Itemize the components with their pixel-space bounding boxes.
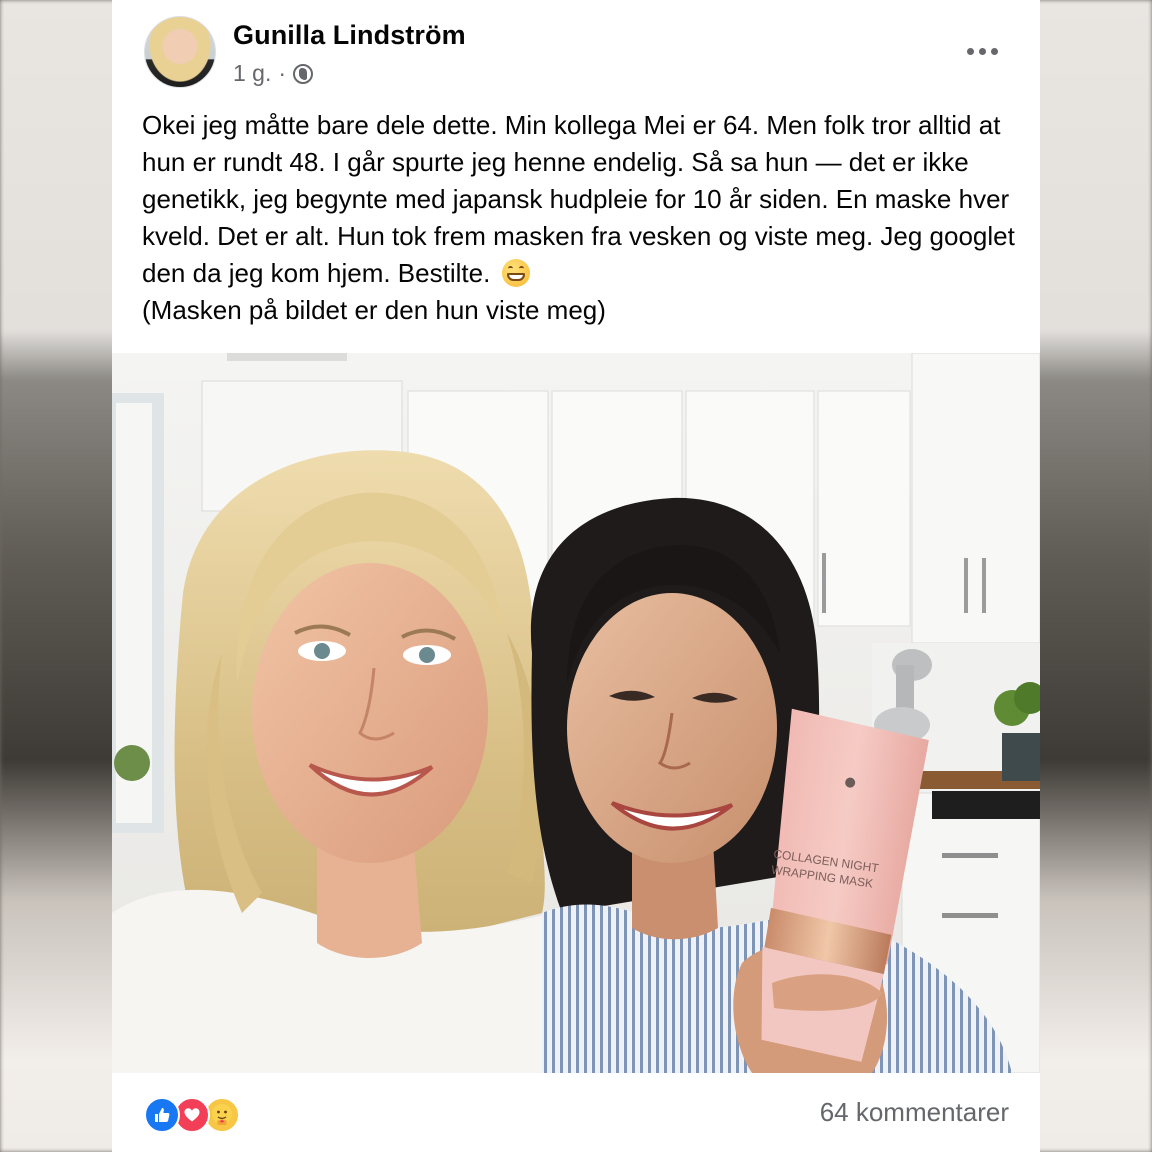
post-body-text: Okei jeg måtte bare dele dette. Min koll… (142, 110, 1023, 288)
like-icon (144, 1097, 180, 1133)
post-photo[interactable]: COLLAGEN NIGHT WRAPPING MASK (112, 353, 1040, 1073)
photo-illustration: COLLAGEN NIGHT WRAPPING MASK (112, 353, 1040, 1073)
comments-count[interactable]: 64 kommentarer (820, 1097, 1009, 1128)
more-dot (990, 47, 998, 55)
more-dot (978, 47, 986, 55)
post-time[interactable]: 1 g. (233, 60, 271, 87)
grinning-face-emoji (501, 259, 530, 287)
facebook-post: Gunilla Lindström 1 g. · Okei jeg måtte … (112, 0, 1040, 1152)
post-header: Gunilla Lindström 1 g. · (112, 0, 1040, 96)
post-message: Okei jeg måtte bare dele dette. Min koll… (142, 107, 1022, 329)
author-avatar[interactable] (144, 16, 216, 88)
more-dots-icon (966, 47, 974, 55)
meta-separator: · (278, 60, 287, 86)
post-meta: 1 g. · (233, 60, 314, 87)
reaction-summary[interactable] (144, 1097, 240, 1133)
post-body-tail: (Masken på bildet er den hun viste meg) (142, 295, 606, 325)
post-footer: 64 kommentarer (112, 1073, 1040, 1152)
globe-icon[interactable] (293, 63, 314, 84)
author-name[interactable]: Gunilla Lindström (233, 20, 466, 51)
more-options-button[interactable] (958, 36, 1006, 66)
